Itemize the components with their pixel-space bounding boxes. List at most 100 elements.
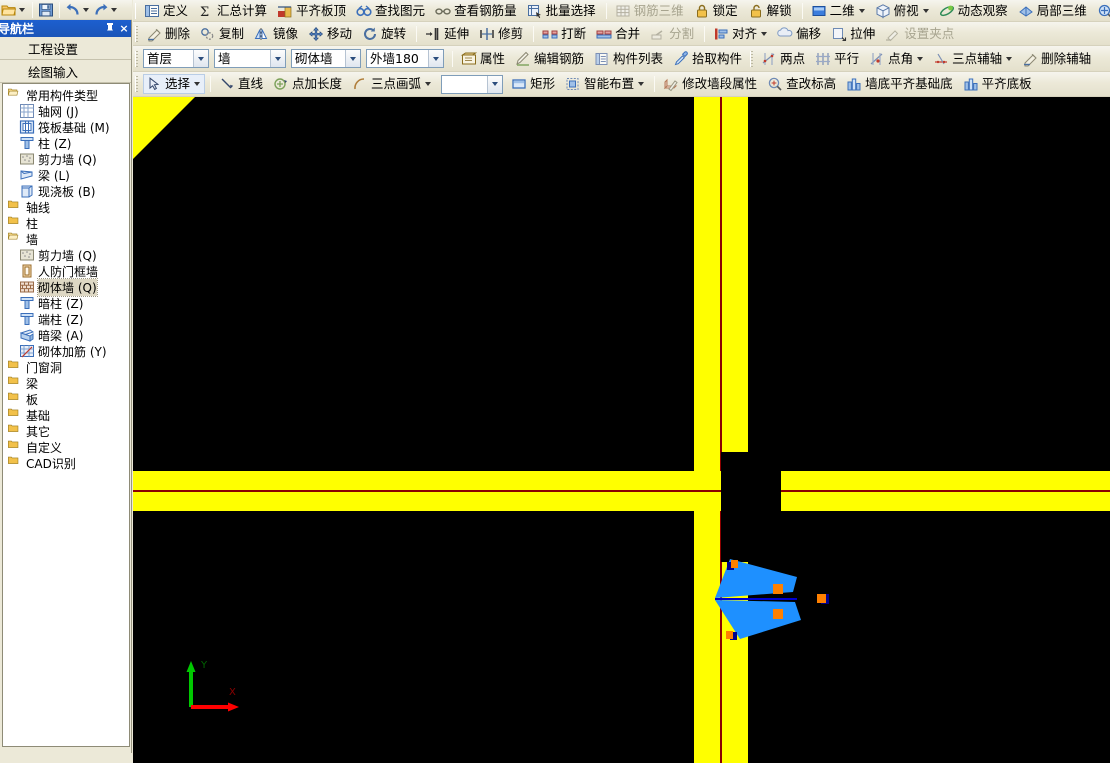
point-add-length-button[interactable]: 点加长度 bbox=[270, 74, 347, 94]
flush-slab-top-button[interactable]: 平齐板顶 bbox=[274, 1, 351, 21]
tree-item-11[interactable]: 人防门框墙 bbox=[5, 263, 129, 279]
delete-button[interactable]: 删除 bbox=[143, 24, 195, 44]
flush-bottom-slab-button[interactable]: 平齐底板 bbox=[960, 74, 1037, 94]
delete-aux-axis-button[interactable]: 删除辅轴 bbox=[1019, 49, 1096, 69]
tree-item-4[interactable]: 剪力墙 (Q) bbox=[5, 151, 129, 167]
wall-horizontal-bottom-band-right[interactable] bbox=[781, 492, 1110, 511]
tree-item-21[interactable]: 其它 bbox=[5, 423, 129, 439]
arc-mode-select-chevron[interactable] bbox=[487, 75, 503, 93]
lock-button[interactable]: 锁定 bbox=[691, 1, 743, 21]
toolbar-grip[interactable] bbox=[750, 50, 754, 67]
close-panel-button[interactable]: × bbox=[117, 22, 131, 35]
open-file-button[interactable] bbox=[0, 2, 18, 18]
tree-item-5[interactable]: 梁 (L) bbox=[5, 167, 129, 183]
smart-layout-button[interactable]: 智能布置 bbox=[562, 74, 649, 94]
tree-item-14[interactable]: 端柱 (Z) bbox=[5, 311, 129, 327]
find-element-button[interactable]: 查找图元 bbox=[353, 1, 430, 21]
break-button[interactable]: 打断 bbox=[539, 24, 591, 44]
view-2d-button-caret[interactable] bbox=[858, 8, 865, 13]
tree-item-19[interactable]: 板 bbox=[5, 391, 129, 407]
save-button[interactable] bbox=[37, 2, 55, 18]
parallel-axis-button[interactable]: 平行 bbox=[812, 49, 864, 69]
tree-item-20[interactable]: 基础 bbox=[5, 407, 129, 423]
component-category-select-chevron[interactable] bbox=[345, 50, 360, 67]
wall-horizontal-top-band-right[interactable] bbox=[781, 471, 1110, 490]
rectangle-tool-button[interactable]: 矩形 bbox=[508, 74, 560, 94]
properties-button[interactable]: 属性 bbox=[458, 49, 510, 69]
tree-item-9[interactable]: 墙 bbox=[5, 231, 129, 247]
tree-item-7[interactable]: 轴线 bbox=[5, 199, 129, 215]
offset-button[interactable]: 偏移 bbox=[774, 24, 826, 44]
local-3d-button[interactable]: 局部三维 bbox=[1015, 1, 1092, 21]
tree-item-6[interactable]: 现浇板 (B) bbox=[5, 183, 129, 199]
open-file-dropdown[interactable] bbox=[19, 7, 25, 12]
merge-button[interactable]: 合并 bbox=[593, 24, 645, 44]
tree-item-23[interactable]: CAD识别 bbox=[5, 455, 129, 471]
view-2d-button[interactable]: 二维 bbox=[808, 1, 870, 21]
wall-vertical-right-band[interactable] bbox=[722, 97, 748, 763]
two-point-axis-button[interactable]: 两点 bbox=[758, 49, 810, 69]
wall-grip-lower-center[interactable] bbox=[773, 609, 783, 619]
top-view-button-caret[interactable] bbox=[922, 8, 929, 13]
component-type-select[interactable]: 墙 bbox=[214, 49, 286, 69]
floor-select-chevron[interactable] bbox=[193, 50, 208, 67]
tree-item-3[interactable]: 柱 (Z) bbox=[5, 135, 129, 151]
define-button[interactable]: 定义 bbox=[141, 1, 193, 21]
tree-item-17[interactable]: 门窗洞 bbox=[5, 359, 129, 375]
three-point-aux-axis-button[interactable]: 三点辅轴 bbox=[930, 49, 1017, 69]
rotate-button[interactable]: 旋转 bbox=[359, 24, 411, 44]
mirror-button[interactable]: 镜像 bbox=[251, 24, 303, 44]
copy-button[interactable]: 复制 bbox=[197, 24, 249, 44]
undo-dropdown[interactable] bbox=[83, 7, 89, 12]
tree-item-16[interactable]: 砌体加筋 (Y) bbox=[5, 343, 129, 359]
component-list-button[interactable]: 构件列表 bbox=[591, 49, 668, 69]
tree-item-12[interactable]: 砌体墙 (Q) bbox=[5, 277, 129, 297]
drawing-input-button[interactable]: 绘图输入 bbox=[0, 60, 131, 83]
modify-wall-segment-button[interactable]: 修改墙段属性 bbox=[660, 74, 762, 94]
toolbar-grip[interactable] bbox=[135, 76, 138, 92]
tree-item-22[interactable]: 自定义 bbox=[5, 439, 129, 455]
arc-mode-select[interactable] bbox=[441, 74, 504, 94]
edit-rebar-button[interactable]: 编辑钢筋 bbox=[512, 49, 589, 69]
align-button[interactable]: 对齐 bbox=[710, 24, 772, 44]
move-button[interactable]: 移动 bbox=[305, 24, 357, 44]
point-angle-axis-button[interactable]: 点角 bbox=[866, 49, 928, 69]
tree-item-8[interactable]: 柱 bbox=[5, 215, 129, 231]
check-change-elevation-button[interactable]: 查改标高 bbox=[764, 74, 841, 94]
wall-grip-mid-right[interactable] bbox=[817, 594, 826, 603]
wall-grip-upper-left[interactable] bbox=[731, 560, 738, 568]
toolbar-grip[interactable] bbox=[135, 25, 138, 42]
component-category-select[interactable]: 砌体墙 bbox=[291, 49, 361, 69]
select-tool-button-caret[interactable] bbox=[194, 82, 201, 86]
smart-layout-button-caret[interactable] bbox=[638, 82, 645, 86]
align-button-caret[interactable] bbox=[761, 31, 768, 36]
fullscreen-button[interactable]: 全屏 bbox=[1094, 1, 1110, 21]
stretch-button[interactable]: 拉伸 bbox=[828, 24, 880, 44]
project-settings-button[interactable]: 工程设置 bbox=[0, 37, 131, 60]
component-name-select[interactable]: 外墙180 bbox=[366, 49, 444, 69]
unlock-button[interactable]: 解锁 bbox=[745, 1, 797, 21]
tree-item-13[interactable]: 暗柱 (Z) bbox=[5, 295, 129, 311]
redo-button[interactable] bbox=[92, 2, 110, 18]
three-point-aux-axis-button-caret[interactable] bbox=[1006, 56, 1013, 61]
point-angle-axis-button-caret[interactable] bbox=[917, 56, 924, 61]
component-name-select-chevron[interactable] bbox=[428, 50, 443, 67]
wall-grip-lower-left[interactable] bbox=[726, 631, 733, 639]
selected-wall-shapes[interactable] bbox=[703, 542, 813, 652]
tree-item-2[interactable]: 筏板基础 (M) bbox=[5, 119, 129, 135]
tree-item-18[interactable]: 梁 bbox=[5, 375, 129, 391]
tree-item-10[interactable]: 剪力墙 (Q) bbox=[5, 247, 129, 263]
top-view-button[interactable]: 俯视 bbox=[872, 1, 934, 21]
trim-button[interactable]: 修剪 bbox=[476, 24, 528, 44]
tree-item-1[interactable]: 轴网 (J) bbox=[5, 103, 129, 119]
batch-select-button[interactable]: 批量选择 bbox=[524, 1, 601, 21]
pin-panel-button[interactable] bbox=[103, 22, 117, 36]
tree-item-15[interactable]: 暗梁 (A) bbox=[5, 327, 129, 343]
line-tool-button[interactable]: 直线 bbox=[216, 74, 268, 94]
select-tool-button[interactable]: 选择 bbox=[143, 74, 206, 94]
toolbar-grip[interactable] bbox=[135, 2, 136, 19]
component-tree[interactable]: 常用构件类型 轴网 (J) 筏板基础 (M) 柱 (Z) 剪力墙 (Q) 梁 (L) 现浇板… bbox=[2, 83, 130, 747]
three-point-arc-button-caret[interactable] bbox=[425, 82, 432, 86]
wall-bottom-flush-foundation-button[interactable]: 墙底平齐基础底 bbox=[843, 74, 958, 94]
redo-dropdown[interactable] bbox=[111, 7, 117, 12]
